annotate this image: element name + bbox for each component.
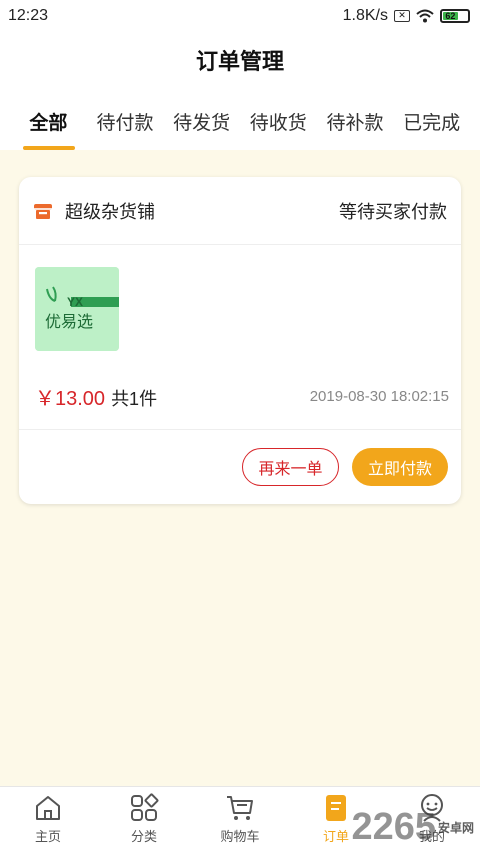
- nav-label-category: 分类: [130, 829, 157, 844]
- tab-all[interactable]: 全部: [13, 104, 83, 150]
- price-row: ￥13.00 共1件 2019-08-30 18:02:15: [35, 382, 449, 411]
- home-icon: [36, 796, 60, 820]
- reorder-button[interactable]: 再来一单: [242, 448, 339, 486]
- order-timestamp: 2019-08-30 18:02:15: [309, 388, 449, 405]
- watermark-text: 2265: [351, 806, 436, 848]
- order-status: 等待买家付款: [339, 201, 447, 222]
- sim-off-icon: ✕: [394, 10, 410, 22]
- status-time: 12:23: [8, 7, 49, 24]
- tab-pending-payment[interactable]: 待付款: [90, 104, 160, 150]
- battery-icon: 62: [440, 9, 470, 23]
- nav-label-orders: 订单: [322, 829, 349, 844]
- status-indicators: 1.8K/s ✕ 62: [343, 7, 470, 25]
- site-watermark: 2265 安卓网: [351, 806, 474, 849]
- status-bar: 12:23 1.8K/s ✕ 62: [0, 0, 480, 32]
- pay-now-button[interactable]: 立即付款: [352, 448, 448, 486]
- cart-icon: [227, 796, 253, 820]
- tab-completed[interactable]: 已完成: [397, 104, 467, 150]
- nav-label-cart: 购物车: [220, 829, 260, 844]
- shop-name: 超级杂货铺: [65, 201, 155, 222]
- watermark-sub: 安卓网: [437, 820, 474, 835]
- product-logo-caption: 优易选: [45, 312, 93, 331]
- category-icon: [131, 793, 159, 821]
- nav-item-home[interactable]: 主页: [0, 787, 96, 853]
- network-speed: 1.8K/s: [342, 7, 388, 24]
- nav-label-home: 主页: [34, 829, 61, 844]
- divider: [19, 429, 461, 430]
- nav-item-category[interactable]: 分类: [96, 787, 192, 853]
- product-image[interactable]: YX 优易选: [35, 267, 119, 351]
- tab-pending-supplement[interactable]: 待补款: [320, 104, 390, 150]
- shop-info[interactable]: 超级杂货铺: [33, 198, 155, 224]
- order-card[interactable]: 超级杂货铺 等待买家付款 YX 优易选 ￥13.00 共1件 2019-08-30…: [19, 177, 461, 504]
- order-price: ￥13.00: [35, 388, 106, 410]
- tab-pending-receipt[interactable]: 待收货: [243, 104, 313, 150]
- battery-level: 62: [443, 12, 458, 21]
- order-card-header: 超级杂货铺 等待买家付款: [19, 177, 461, 245]
- wifi-icon: [416, 9, 434, 23]
- bottom-nav: 主页 分类 购物车 订单 我的 2265 安卓网: [0, 786, 480, 853]
- item-count: 共1件: [111, 389, 158, 409]
- nav-item-cart[interactable]: 购物车: [192, 787, 288, 853]
- order-tabs: 全部 待付款 待发货 待收货 待补款 已完成: [0, 104, 480, 150]
- product-logo: YX 优易选: [35, 267, 119, 351]
- page-title: 订单管理: [195, 49, 284, 74]
- price-group: ￥13.00 共1件: [35, 382, 157, 411]
- order-icon: [326, 795, 346, 821]
- product-logo-mark: YX: [67, 295, 83, 309]
- tab-pending-shipment[interactable]: 待发货: [167, 104, 237, 150]
- store-icon: [34, 203, 52, 219]
